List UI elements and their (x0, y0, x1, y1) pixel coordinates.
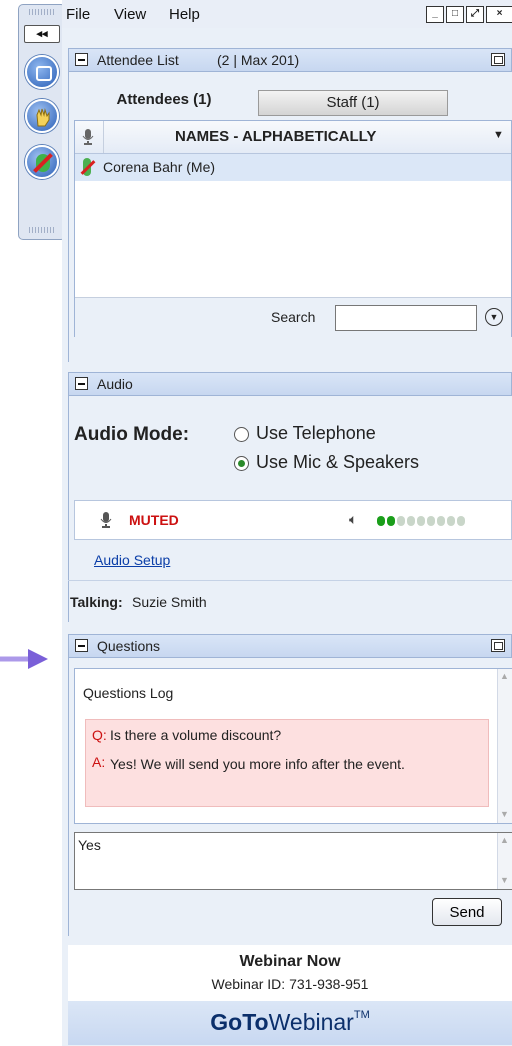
menu-help[interactable]: Help (169, 6, 200, 23)
attendee-list-title: Attendee List (97, 52, 179, 68)
collapse-questions-icon[interactable] (75, 639, 88, 652)
questions-log-title: Questions Log (83, 685, 174, 701)
webinar-info: Webinar Now Webinar ID: 731-938-951 GoTo… (68, 945, 512, 1045)
menu-bar: File View Help _ □ ⤢ × (62, 0, 512, 28)
attendee-count: (2 | Max 201) (217, 52, 300, 68)
restore-icon[interactable]: □ (446, 6, 464, 23)
attendee-list: NAMES - ALPHABETICALLY ▼ Corena Bahr (Me… (74, 120, 512, 338)
speaker-level-meter (377, 501, 507, 541)
list-column-header[interactable]: NAMES - ALPHABETICALLY ▼ (75, 121, 511, 154)
talking-label: Talking: (70, 594, 123, 610)
gotowebinar-logo: GoToWebinarTM (210, 1009, 370, 1035)
qa-entry: Q: Is there a volume discount? A: Yes! W… (85, 719, 489, 807)
webinar-id: Webinar ID: 731-938-951 (211, 976, 369, 992)
search-options-icon[interactable]: ▼ (485, 308, 503, 326)
attendee-list-header[interactable]: Attendee List (2 | Max 201) (68, 48, 512, 72)
audio-status-box: MUTED 🔈︎ (74, 500, 512, 540)
answer-text: Yes! We will send you more info after th… (110, 756, 405, 772)
question-text: Is there a volume discount? (110, 727, 282, 743)
attendee-row[interactable]: Corena Bahr (Me) (75, 154, 511, 181)
questions-log: Questions Log Q: Is there a volume disco… (74, 668, 512, 824)
collapse-button[interactable]: ◂◂ (24, 25, 60, 43)
undock-questions-icon[interactable] (491, 639, 505, 652)
search-input[interactable] (335, 305, 477, 331)
audio-setup-link[interactable]: Audio Setup (94, 552, 170, 568)
attendee-name: Corena Bahr (Me) (103, 159, 216, 175)
audio-header[interactable]: Audio (68, 372, 512, 396)
collapse-attendee-icon[interactable] (75, 53, 88, 66)
answer-prefix: A: (92, 754, 106, 770)
mic-speakers-option-label[interactable]: Use Mic & Speakers (256, 452, 419, 473)
mic-icon (100, 512, 112, 528)
minimize-icon[interactable]: _ (426, 6, 444, 23)
speaker-icon: 🔈︎ (349, 511, 358, 527)
muted-status: MUTED (129, 512, 179, 528)
menu-view[interactable]: View (114, 6, 146, 23)
screen-share-icon[interactable] (25, 55, 59, 89)
question-input[interactable]: Yes ▲ ▼ (74, 832, 512, 890)
grip-handle-top[interactable] (29, 9, 55, 15)
talking-name: Suzie Smith (132, 594, 207, 610)
telephone-radio[interactable] (234, 427, 249, 442)
grip-handle-bottom[interactable] (29, 227, 55, 233)
tab-attendees[interactable]: Attendees (1) (78, 85, 250, 115)
send-button[interactable]: Send (432, 898, 502, 926)
webinar-control-panel: File View Help _ □ ⤢ × Attendee List (2 … (62, 0, 512, 1046)
brand-bar: GoToWebinarTM (68, 1001, 512, 1045)
question-prefix: Q: (92, 727, 107, 743)
questions-title: Questions (97, 638, 161, 654)
undock-attendee-icon[interactable] (491, 53, 505, 66)
telephone-option-label[interactable]: Use Telephone (256, 423, 376, 444)
control-grab-tab[interactable]: ◂◂ (18, 4, 66, 240)
popout-icon[interactable]: ⤢ (466, 6, 484, 23)
questions-header[interactable]: Questions (68, 634, 512, 658)
audio-mode-label: Audio Mode: (74, 424, 190, 445)
questions-log-scrollbar[interactable]: ▲ ▼ (497, 669, 512, 823)
question-input-scrollbar[interactable]: ▲ ▼ (497, 833, 512, 889)
mic-icon (82, 129, 94, 145)
names-column-label: NAMES - ALPHABETICALLY (175, 128, 377, 145)
collapse-audio-icon[interactable] (75, 377, 88, 390)
mic-speakers-radio[interactable] (234, 456, 249, 471)
raise-hand-icon[interactable] (25, 99, 59, 133)
webinar-title: Webinar Now (239, 953, 341, 970)
audio-title: Audio (97, 376, 133, 392)
menu-file[interactable]: File (66, 6, 90, 23)
search-label: Search (271, 309, 316, 325)
sort-dropdown-icon[interactable]: ▼ (493, 129, 504, 141)
question-input-text[interactable]: Yes (78, 837, 101, 853)
pointer-arrow-icon (0, 649, 48, 669)
tab-staff[interactable]: Staff (1) (258, 90, 448, 116)
close-icon[interactable]: × (486, 6, 512, 23)
mic-muted-icon[interactable] (25, 145, 59, 179)
